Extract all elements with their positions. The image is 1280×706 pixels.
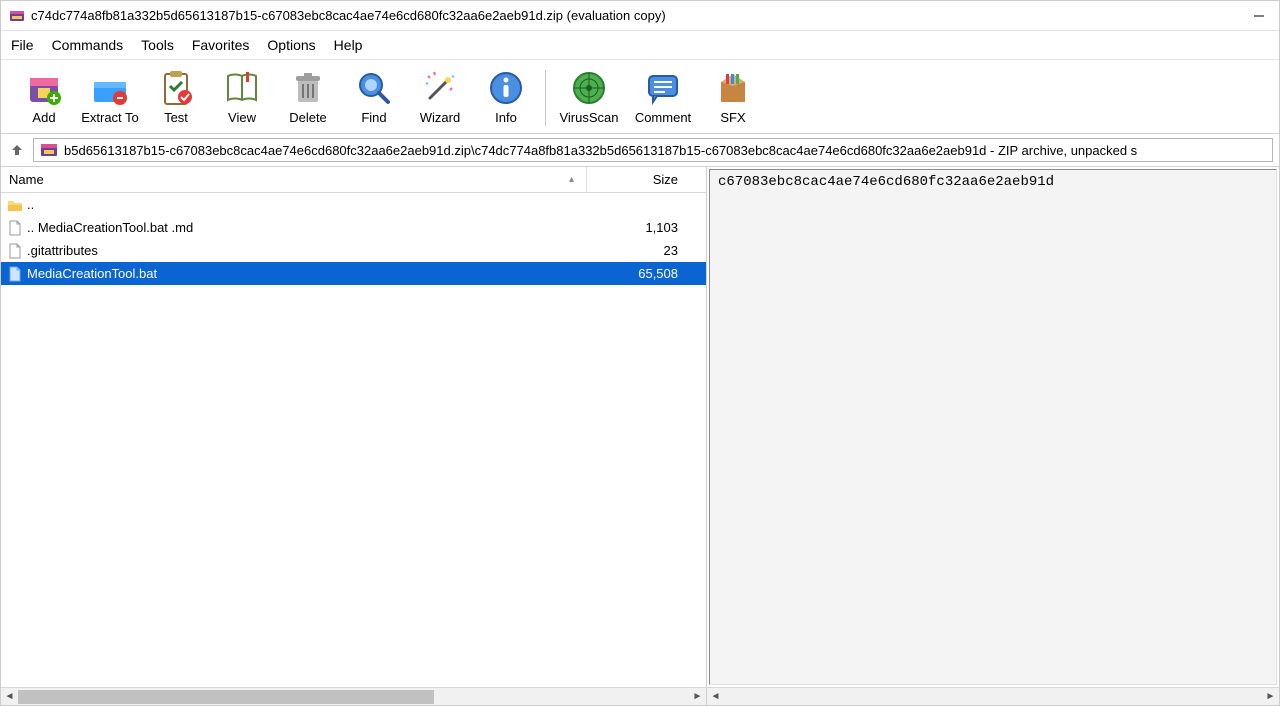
address-text: b5d65613187b15-c67083ebc8cac4ae74e6cd680…	[64, 143, 1137, 158]
file-row-selected[interactable]: MediaCreationTool.bat 65,508	[1, 262, 706, 285]
file-icon	[7, 220, 23, 236]
menu-bar: File Commands Tools Favorites Options He…	[1, 31, 1279, 60]
scroll-left-icon[interactable]: ◄	[1, 688, 18, 705]
wizard-button[interactable]: Wizard	[407, 66, 473, 129]
scroll-track[interactable]	[724, 690, 1262, 704]
main-area: Name ▴ Size ..	[1, 167, 1279, 705]
sort-ascending-icon: ▴	[569, 174, 574, 185]
book-icon	[222, 68, 262, 108]
toolbar: Add Extract To Test View	[1, 60, 1279, 134]
app-window: c74dc774a8fb81a332b5d65613187b15-c67083e…	[0, 0, 1280, 706]
winrar-app-icon	[9, 8, 25, 24]
add-button[interactable]: Add	[11, 66, 77, 129]
find-button[interactable]: Find	[341, 66, 407, 129]
file-row[interactable]: .gitattributes 23	[1, 239, 706, 262]
test-button[interactable]: Test	[143, 66, 209, 129]
window-controls	[1253, 10, 1271, 22]
file-icon	[7, 266, 23, 282]
menu-commands[interactable]: Commands	[52, 37, 124, 53]
extract-label: Extract To	[81, 110, 139, 125]
delete-button[interactable]: Delete	[275, 66, 341, 129]
test-label: Test	[164, 110, 188, 125]
folder-up-icon	[7, 197, 23, 213]
scroll-left-icon[interactable]: ◄	[707, 688, 724, 705]
column-headers: Name ▴ Size	[1, 167, 706, 193]
menu-tools[interactable]: Tools	[141, 37, 174, 53]
trash-icon	[288, 68, 328, 108]
file-list[interactable]: .. .. MediaCreationTool.bat .md 1,103	[1, 193, 706, 687]
magnifier-icon	[354, 68, 394, 108]
wand-icon	[420, 68, 460, 108]
info-label: Info	[495, 110, 517, 125]
parent-folder-row[interactable]: ..	[1, 193, 706, 216]
clipboard-check-icon	[156, 68, 196, 108]
preview-panel: c67083ebc8cac4ae74e6cd680fc32aa6e2aeb91d…	[707, 167, 1279, 705]
add-label: Add	[32, 110, 55, 125]
file-list-horizontal-scrollbar[interactable]: ◄ ►	[1, 687, 706, 705]
comment-label: Comment	[635, 110, 691, 125]
window-title: c74dc774a8fb81a332b5d65613187b15-c67083e…	[31, 8, 1253, 23]
minimize-button[interactable]	[1253, 10, 1265, 22]
sfx-box-icon	[713, 68, 753, 108]
menu-favorites[interactable]: Favorites	[192, 37, 250, 53]
folder-extract-icon	[90, 68, 130, 108]
scroll-track[interactable]	[18, 690, 689, 704]
sfx-button[interactable]: SFX	[700, 66, 766, 129]
archive-icon	[40, 141, 58, 159]
scroll-thumb[interactable]	[18, 690, 434, 704]
title-bar: c74dc774a8fb81a332b5d65613187b15-c67083e…	[1, 1, 1279, 31]
view-button[interactable]: View	[209, 66, 275, 129]
file-row[interactable]: .. MediaCreationTool.bat .md 1,103	[1, 216, 706, 239]
delete-label: Delete	[289, 110, 327, 125]
menu-options[interactable]: Options	[267, 37, 315, 53]
address-bar: b5d65613187b15-c67083ebc8cac4ae74e6cd680…	[1, 134, 1279, 167]
extract-button[interactable]: Extract To	[77, 66, 143, 129]
file-list-panel: Name ▴ Size ..	[1, 167, 707, 705]
virusscan-label: VirusScan	[559, 110, 618, 125]
column-header-size[interactable]: Size	[586, 167, 706, 192]
sfx-label: SFX	[720, 110, 745, 125]
view-label: View	[228, 110, 256, 125]
scroll-right-icon[interactable]: ►	[1262, 688, 1279, 705]
info-button[interactable]: Info	[473, 66, 539, 129]
up-one-level-button[interactable]	[7, 140, 27, 160]
wizard-label: Wizard	[420, 110, 460, 125]
archive-add-icon	[24, 68, 64, 108]
info-icon	[486, 68, 526, 108]
column-header-name[interactable]: Name ▴	[1, 172, 586, 187]
preview-horizontal-scrollbar[interactable]: ◄ ►	[707, 687, 1279, 705]
comment-button[interactable]: Comment	[626, 66, 700, 129]
menu-file[interactable]: File	[11, 37, 34, 53]
virusscan-button[interactable]: VirusScan	[552, 66, 626, 129]
toolbar-separator	[545, 70, 546, 126]
find-label: Find	[361, 110, 386, 125]
file-icon	[7, 243, 23, 259]
address-input[interactable]: b5d65613187b15-c67083ebc8cac4ae74e6cd680…	[33, 138, 1273, 162]
comment-icon	[643, 68, 683, 108]
virus-scan-icon	[569, 68, 609, 108]
scroll-right-icon[interactable]: ►	[689, 688, 706, 705]
menu-help[interactable]: Help	[334, 37, 363, 53]
preview-text-area[interactable]: c67083ebc8cac4ae74e6cd680fc32aa6e2aeb91d	[709, 169, 1277, 685]
